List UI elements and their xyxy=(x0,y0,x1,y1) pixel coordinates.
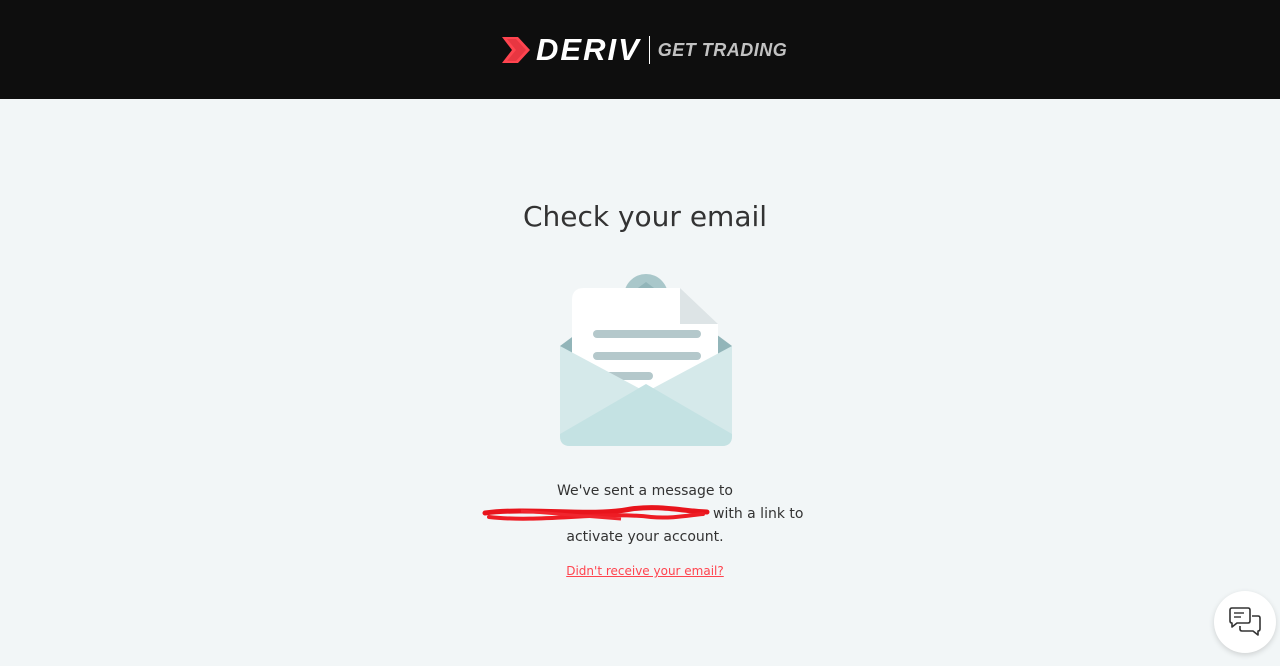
redacted-email xyxy=(482,505,710,521)
brand-tagline: GET TRADING xyxy=(657,39,788,60)
chat-bubbles-icon xyxy=(1229,607,1261,636)
page-title: Check your email xyxy=(522,200,768,233)
brand-name: DERIV xyxy=(536,32,641,67)
logo-divider xyxy=(648,36,650,64)
open-envelope-icon xyxy=(560,274,732,446)
resend-email-link[interactable]: Didn't receive your email? xyxy=(0,564,1280,578)
live-chat-button[interactable] xyxy=(1214,591,1276,653)
top-header: DERIV GET TRADING xyxy=(0,0,1280,99)
message-prefix: We've sent a message to xyxy=(556,483,733,499)
confirmation-message: We've sent a message to with a link to a… xyxy=(477,480,813,549)
deriv-logo-mark-icon xyxy=(502,37,530,63)
deriv-logo[interactable]: DERIV GET TRADING xyxy=(502,34,787,66)
